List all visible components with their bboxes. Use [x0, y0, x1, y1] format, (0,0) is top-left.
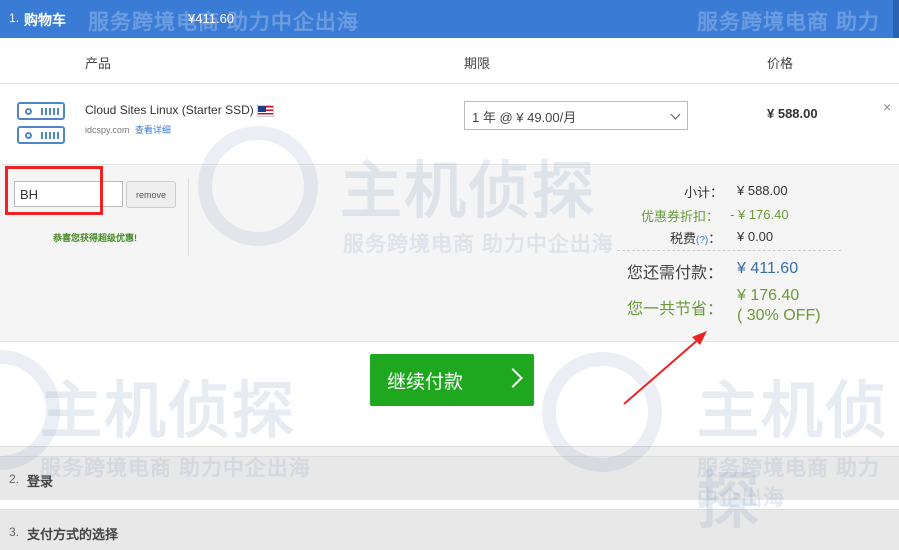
- step3-number: 3.: [9, 525, 20, 539]
- checkout-page: 1. 购物车 ¥411.60 产品 期限 价格 Cloud Sites Linu…: [0, 0, 899, 550]
- period-selected-value: 1 年 @ ¥ 49.00/月: [472, 110, 577, 125]
- subtotal-value: ¥ 588.00: [737, 183, 788, 198]
- product-details-link[interactable]: 查看详细: [135, 125, 171, 135]
- continue-payment-label: 继续付款: [387, 372, 464, 393]
- discount-value: - ¥ 176.40: [730, 207, 789, 222]
- step1-header[interactable]: 1. 购物车 ¥411.60: [0, 0, 899, 38]
- promo-remove-button[interactable]: remove: [126, 181, 176, 208]
- product-name: Cloud Sites Linux (Starter SSD): [85, 103, 254, 117]
- total-saved-percent: ( 30% OFF): [737, 307, 821, 324]
- promo-divider: [188, 178, 189, 256]
- step1-number: 1.: [9, 11, 20, 25]
- step2-header[interactable]: 2. 登录: [0, 456, 899, 500]
- tax-help-icon[interactable]: (?): [696, 235, 708, 246]
- us-flag-icon: [257, 105, 274, 117]
- total-saved-value: ¥ 176.40: [737, 287, 800, 304]
- period-select[interactable]: 1 年 @ ¥ 49.00/月: [464, 101, 688, 130]
- tax-label: 税费: [670, 231, 697, 246]
- watermark-brand-2: 主机侦探: [40, 377, 297, 446]
- server-icon: [17, 102, 65, 148]
- discount-label: 优惠券折扣：: [641, 209, 720, 224]
- header-corner: [893, 0, 899, 38]
- step3-header[interactable]: 3. 支付方式的选择: [0, 509, 899, 550]
- tax-colon: ：: [708, 231, 722, 246]
- column-period: 期限: [464, 56, 491, 71]
- tax-value: ¥ 0.00: [737, 229, 774, 244]
- step1-title: 购物车: [24, 12, 66, 28]
- product-price: ¥ 588.00: [767, 106, 818, 121]
- step2-title: 登录: [27, 474, 54, 489]
- chevron-right-icon: [503, 368, 523, 388]
- column-product: 产品: [85, 56, 112, 71]
- amount-due-value: ¥ 411.60: [737, 260, 799, 277]
- amount-due-label: 您还需付款：: [627, 265, 724, 282]
- cart-table-header: 产品 期限 价格: [0, 38, 899, 84]
- promo-success-message: 恭喜您获得超级优惠!: [53, 233, 137, 243]
- tax-label-group: 税费(?)：: [670, 228, 721, 247]
- step3-title: 支付方式的选择: [27, 527, 119, 542]
- cart-item-row: Cloud Sites Linux (Starter SSD) idcspy.c…: [0, 85, 899, 165]
- chevron-down-icon: [670, 109, 681, 120]
- total-saved-label: 您一共节省：: [627, 301, 724, 318]
- order-summary: BH remove 恭喜您获得超级优惠! 小计： ¥ 588.00 优惠券折扣：…: [0, 166, 899, 342]
- highlight-box: [5, 166, 103, 215]
- product-subline: idcspy.com 查看详细: [85, 123, 171, 136]
- step1-amount: ¥411.60: [188, 11, 235, 26]
- summary-divider: [617, 250, 841, 251]
- step2-number: 2.: [9, 472, 20, 486]
- section-gap-2: [0, 500, 899, 509]
- section-gap: [0, 446, 899, 456]
- subtotal-label: 小计：: [684, 185, 724, 200]
- column-price: 价格: [767, 56, 794, 71]
- continue-payment-button[interactable]: 继续付款: [370, 354, 534, 406]
- remove-item-icon[interactable]: ×: [883, 99, 891, 115]
- product-domain: idcspy.com: [85, 125, 130, 135]
